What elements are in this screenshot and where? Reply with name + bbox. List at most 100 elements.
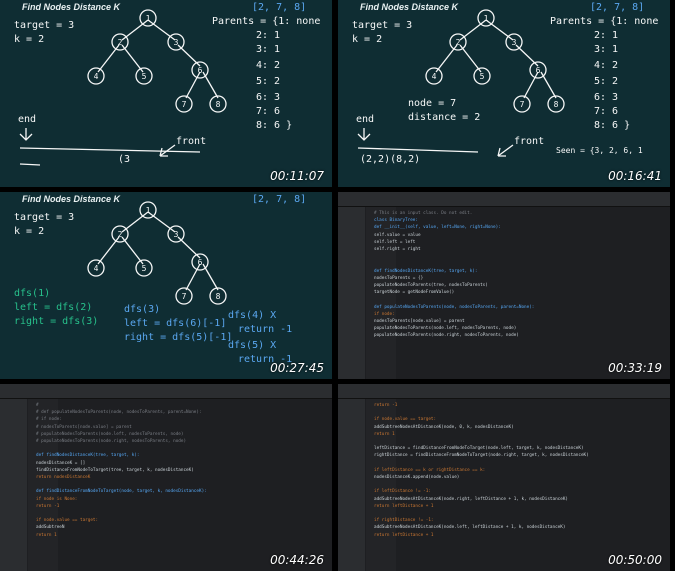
code-line[interactable] <box>374 260 534 267</box>
code-line[interactable]: # This is an input class. Do not edit. <box>374 210 534 217</box>
code-line[interactable]: addSubtreeNodesAtDistanceK(node, 0, k, n… <box>374 424 589 431</box>
note-k: k = 2 <box>14 34 45 45</box>
editor-tab[interactable] <box>344 387 374 394</box>
code-line[interactable]: addSubtreeNodesAtDistanceK(node.left, le… <box>374 524 589 531</box>
tree-node-7: 7 <box>520 100 525 109</box>
code-editor-tile-3[interactable]: return -1 if node.value == target: addSu… <box>338 384 670 571</box>
code-line[interactable]: populateNodesToParents(tree, nodesToPare… <box>374 282 534 289</box>
note-answer: [2, 7, 8] <box>252 194 307 205</box>
code-line[interactable]: addSubtreeNodesAtDistanceK(node.right, l… <box>374 496 589 503</box>
code-line[interactable]: def findNodesDistanceK(tree, target, k): <box>374 268 534 275</box>
tree-node-7: 7 <box>182 100 187 109</box>
editor-sidebar <box>0 399 27 571</box>
code-line[interactable]: # if node: <box>36 416 207 423</box>
code-line[interactable]: self.value = value <box>374 232 534 239</box>
code-editor-tile-1[interactable]: # This is an input class. Do not edit. cl… <box>338 192 670 379</box>
video-thumbnail-grid: Find Nodes Distance K 1 2 3 4 5 6 7 8 ta… <box>0 0 675 571</box>
code-line[interactable]: self.right = right <box>374 246 534 253</box>
code-line[interactable]: return leftDistance + 1 <box>374 503 589 510</box>
note-parent-7: 7: 6 <box>594 106 619 117</box>
note-parents: Parents = {1: none <box>550 16 659 27</box>
code-line[interactable]: if node: <box>374 311 534 318</box>
tree-node-4: 4 <box>432 72 437 81</box>
code-line[interactable]: def findDistanceFromNodeToTarget(node, t… <box>36 488 207 495</box>
code-line[interactable] <box>36 510 207 517</box>
tree-node-7: 7 <box>182 292 187 301</box>
code-line[interactable]: populateNodesToParents(node.left, nodesT… <box>374 325 534 332</box>
note-parent-8: 8: 6 } <box>256 120 293 131</box>
note-left3: left = dfs(6)[-1] <box>124 318 227 329</box>
code-line[interactable]: return 1 <box>36 532 207 539</box>
code-line[interactable]: populateNodesToParents(node.right, nodes… <box>374 332 534 339</box>
code-lines[interactable]: # This is an input class. Do not edit. cl… <box>374 210 534 340</box>
note-distance: distance = 2 <box>408 112 481 123</box>
code-lines[interactable]: return -1 if node.value == target: addSu… <box>374 402 589 539</box>
code-line[interactable]: return -1 <box>36 503 207 510</box>
code-line[interactable]: targetNode = getNodeFromValue() <box>374 289 534 296</box>
code-line[interactable] <box>374 438 589 445</box>
code-editor[interactable]: return -1 if node.value == target: addSu… <box>338 384 670 571</box>
note-right1: right = dfs(3) <box>14 316 99 327</box>
note-front: front <box>176 136 207 147</box>
code-line[interactable]: if rightDistance != -1: <box>374 517 589 524</box>
tree-node-2: 2 <box>456 38 461 47</box>
whiteboard-tile-3[interactable]: Find Nodes Distance K 1 2 3 4 5 6 7 8 ta… <box>0 192 332 379</box>
code-line[interactable]: addSubtreeN <box>36 524 207 531</box>
code-editor[interactable]: # This is an input class. Do not edit. cl… <box>338 192 670 379</box>
code-line[interactable]: return leftDistance + 1 <box>374 532 589 539</box>
code-line[interactable] <box>36 445 207 452</box>
code-line[interactable]: findDistanceFromNodeToTarget(tree, targe… <box>36 467 207 474</box>
code-line[interactable]: def __init__(self, value, left=None, rig… <box>374 224 534 231</box>
code-line[interactable]: nodesDistanceK.append(node.value) <box>374 474 589 481</box>
code-line[interactable]: def populateNodesToParents(node, nodesTo… <box>374 304 534 311</box>
code-line[interactable] <box>374 481 589 488</box>
code-line[interactable]: if leftDistance != -1: <box>374 488 589 495</box>
note-parent-2: 2: 1 <box>256 30 281 41</box>
code-lines[interactable]: # # def populateNodesToParents(node, node… <box>36 402 207 539</box>
tree-node-4: 4 <box>94 72 99 81</box>
note-dfs1: dfs(1) <box>14 288 51 299</box>
code-line[interactable] <box>374 460 589 467</box>
note-k: k = 2 <box>14 226 45 237</box>
code-line[interactable]: # populateNodesToParents(node.left, node… <box>36 431 207 438</box>
code-line[interactable]: return -1 <box>374 402 589 409</box>
code-line[interactable] <box>374 296 534 303</box>
tree-node-2: 2 <box>118 38 123 47</box>
whiteboard-tile-2[interactable]: Find Nodes Distance K 1 2 3 4 5 6 7 8 ta… <box>338 0 670 187</box>
code-line[interactable]: nodesToParents[node.value] = parent <box>374 318 534 325</box>
note-queue: (3 <box>118 154 131 165</box>
code-line[interactable]: if node.value == target: <box>36 517 207 524</box>
code-line[interactable] <box>36 481 207 488</box>
code-line[interactable]: # populateNodesToParents(node.right, nod… <box>36 438 207 445</box>
code-line[interactable]: nodesDistanceK = [] <box>36 460 207 467</box>
code-line[interactable]: # <box>36 402 207 409</box>
note-parent-8: 8: 6 } <box>594 120 631 131</box>
code-line[interactable] <box>374 510 589 517</box>
code-line[interactable]: # def populateNodesToParents(node, nodes… <box>36 409 207 416</box>
whiteboard-tile-1[interactable]: Find Nodes Distance K 1 2 3 4 5 6 7 8 ta… <box>0 0 332 187</box>
code-line[interactable]: def findNodesDistanceK(tree, target, k): <box>36 452 207 459</box>
code-line[interactable]: nodesToParents = {} <box>374 275 534 282</box>
code-line[interactable]: return nodesDistanceK <box>36 474 207 481</box>
code-line[interactable]: class BinaryTree: <box>374 217 534 224</box>
code-line[interactable]: leftDistance = findDistanceFromNodeToTar… <box>374 445 589 452</box>
code-line[interactable] <box>374 409 589 416</box>
code-line[interactable]: if leftDistance == k or rightDistance ==… <box>374 467 589 474</box>
note-dfs3: dfs(3) <box>124 304 161 315</box>
code-editor-tile-2[interactable]: # # def populateNodesToParents(node, node… <box>0 384 332 571</box>
code-line[interactable]: # nodesToParents[node.value] = parent <box>36 424 207 431</box>
code-editor[interactable]: # # def populateNodesToParents(node, node… <box>0 384 332 571</box>
editor-tab[interactable] <box>344 195 374 202</box>
code-line[interactable]: return 1 <box>374 431 589 438</box>
tree-node-6: 6 <box>198 66 203 75</box>
note-parent-5: 5: 2 <box>256 76 281 87</box>
code-line[interactable]: rightDistance = findDistanceFromNodeToTa… <box>374 452 589 459</box>
code-line[interactable] <box>374 253 534 260</box>
code-line[interactable]: if node.value == target: <box>374 416 589 423</box>
code-line[interactable]: self.left = left <box>374 239 534 246</box>
timestamp: 00:44:26 <box>270 553 324 567</box>
note-end: end <box>18 114 37 125</box>
tree-node-8: 8 <box>554 100 559 109</box>
code-line[interactable]: if node is None: <box>36 496 207 503</box>
editor-tab[interactable] <box>6 387 36 394</box>
